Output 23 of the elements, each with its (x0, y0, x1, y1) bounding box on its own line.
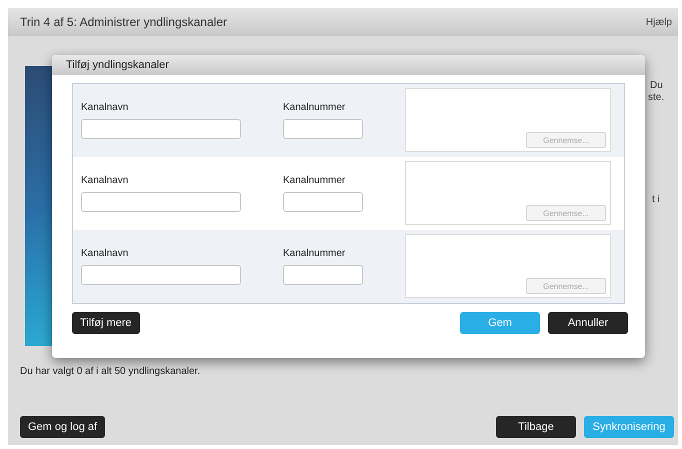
partial-text: Du (650, 80, 663, 91)
footer-button[interactable]: Tilbage (496, 416, 576, 438)
channel-name-field[interactable] (81, 192, 241, 212)
channel-number-field[interactable] (283, 265, 363, 285)
channel-number-field[interactable] (283, 192, 363, 212)
partial-text: ste. (648, 92, 664, 103)
partial-text: t i (652, 194, 660, 205)
add-more-button[interactable]: Tilføj mere (72, 312, 140, 334)
field-label: Kanalnavn (81, 102, 128, 113)
status-text: Du har valgt 0 af i alt 50 yndlingskanaler. (19, 365, 202, 377)
field-label: Kanalnummer (283, 248, 346, 259)
dialog-button[interactable]: Annuller (548, 312, 628, 334)
field-label: Kanalnummer (283, 102, 346, 113)
field-label: Kanalnavn (81, 248, 128, 259)
channel-number-field[interactable] (283, 119, 363, 139)
step-title: Trin 4 af 5: Administrer yndlingskanaler (20, 15, 227, 29)
field-label: Kanalnummer (283, 175, 346, 186)
channel-name-field[interactable] (81, 119, 241, 139)
field-label: Kanalnavn (81, 175, 128, 186)
dialog-title: Tilføj yndlingskanaler (66, 59, 169, 71)
help-link[interactable]: Hjælp (646, 16, 672, 28)
save-logout-button[interactable]: Gem og log af (20, 416, 106, 438)
channel-name-field[interactable] (81, 265, 241, 285)
